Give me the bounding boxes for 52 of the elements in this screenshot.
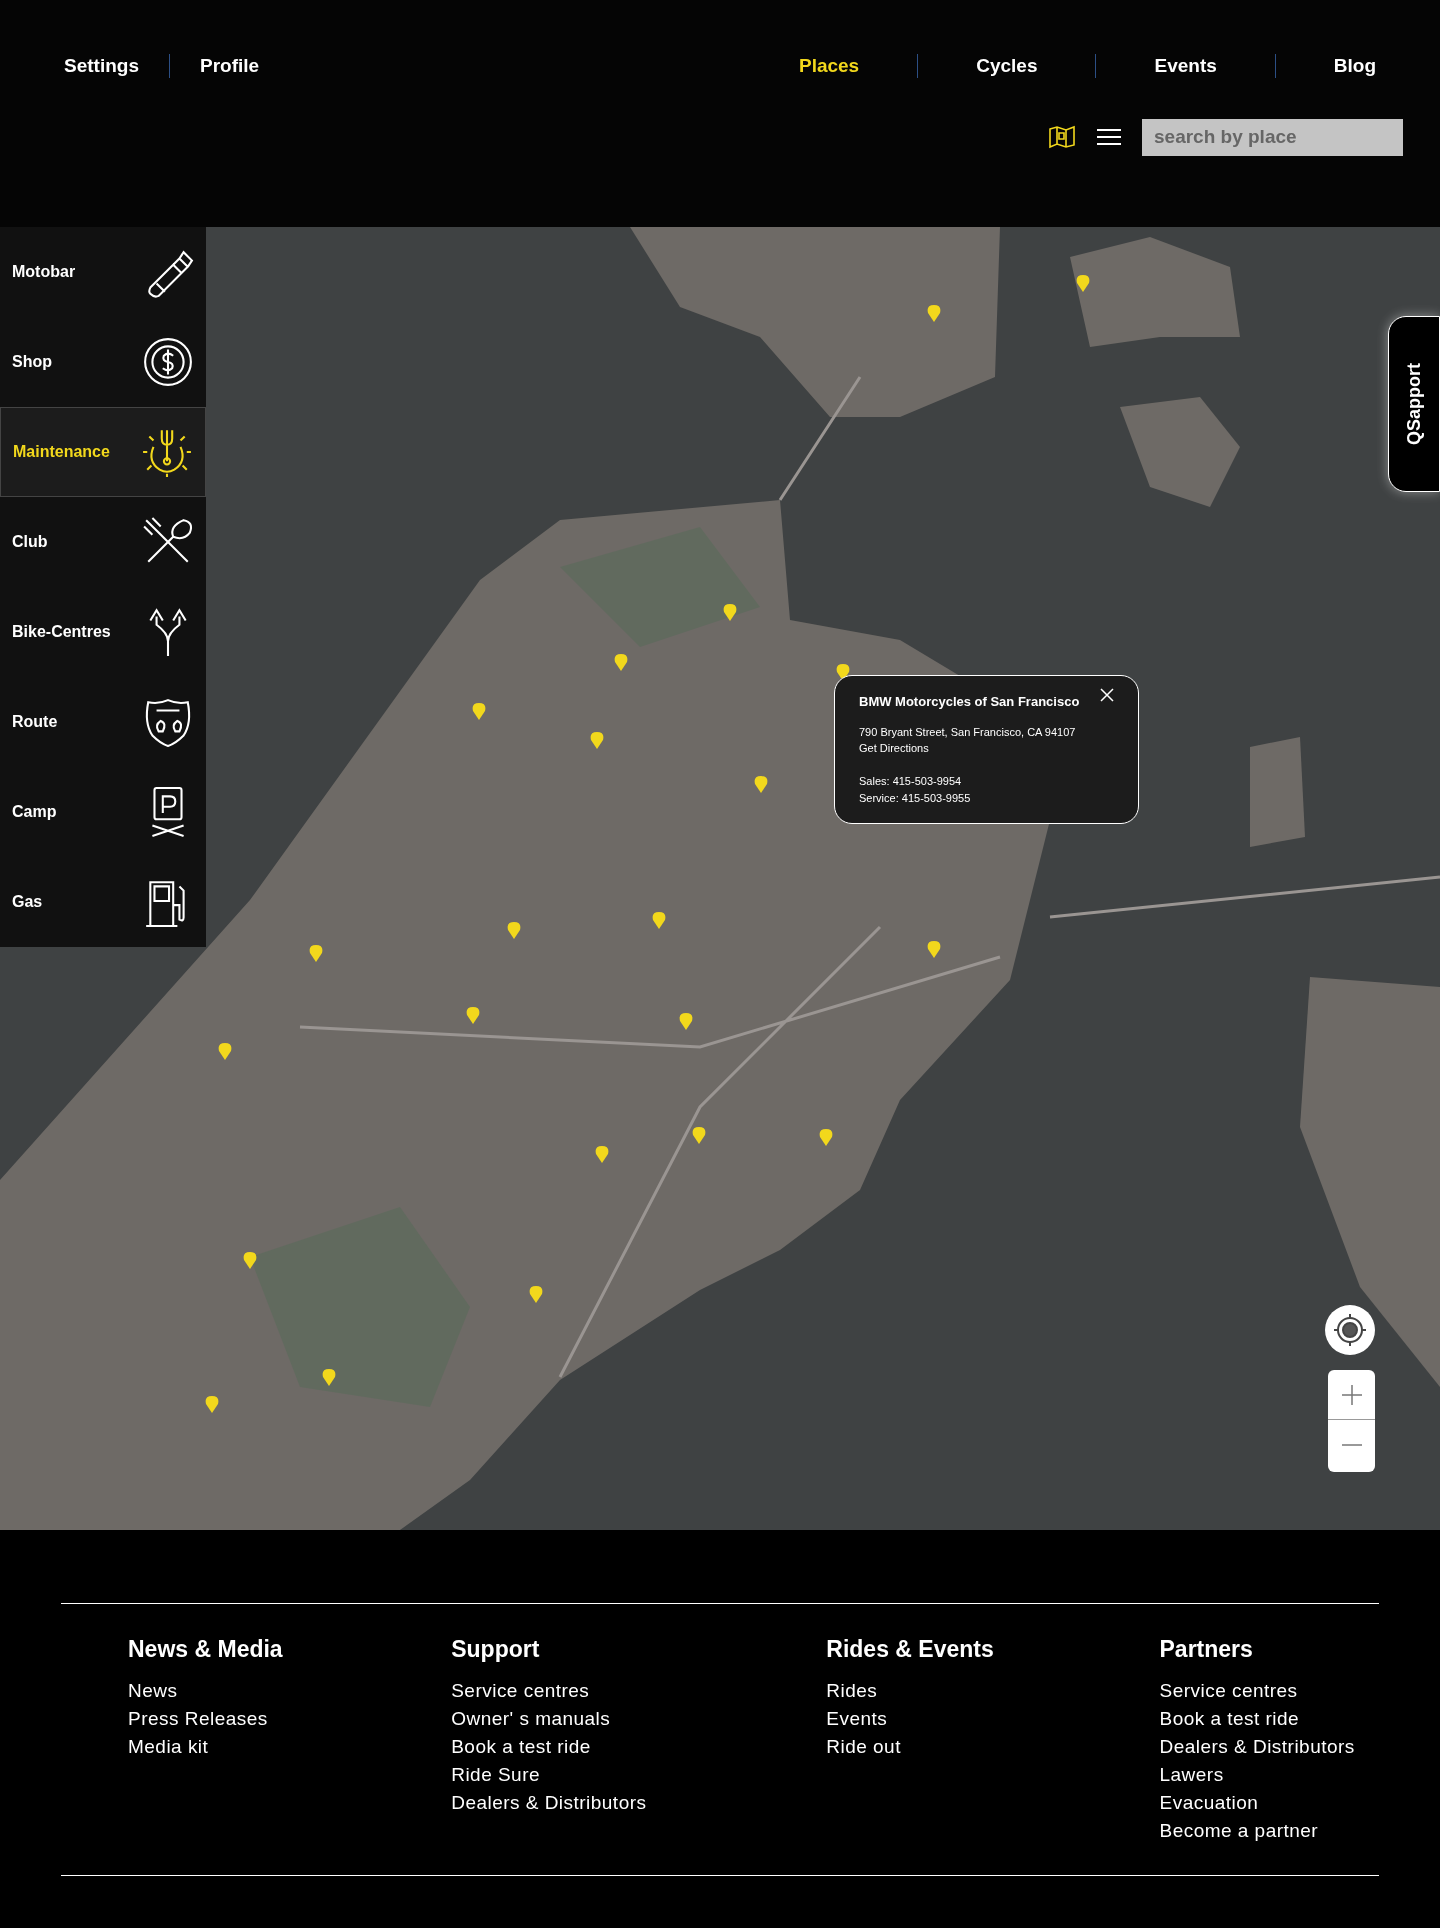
footer-heading: Partners	[1159, 1635, 1254, 1664]
plus-icon	[1341, 1384, 1362, 1405]
minus-icon	[1341, 1443, 1362, 1447]
footer-link[interactable]: News	[128, 1676, 452, 1705]
map-pin[interactable]	[1076, 274, 1090, 292]
footer-link[interactable]: Dealers & Distributors	[1159, 1732, 1379, 1761]
place-title: BMW Motorcycles of San Francisco	[859, 693, 1080, 711]
directions-link[interactable]: Get Directions	[859, 740, 1114, 757]
phone-line: Service: 415-503-9955	[859, 790, 972, 806]
footer-link[interactable]: Book a test ride	[1159, 1704, 1379, 1733]
map-icon[interactable]	[1048, 125, 1076, 149]
category-item[interactable]: Shop	[0, 317, 206, 407]
locate-button[interactable]	[1325, 1305, 1375, 1355]
footer-link[interactable]: Ride Sure	[451, 1760, 827, 1789]
footer-link[interactable]: Lawers	[1159, 1760, 1379, 1789]
category-item[interactable]: Route	[0, 677, 206, 767]
category-item[interactable]: Bike-Centres	[0, 587, 206, 677]
footer-link[interactable]: Dealers & Distributors	[451, 1788, 827, 1817]
footer-link[interactable]: Ride out	[826, 1732, 1160, 1761]
footer-heading: Support	[451, 1635, 541, 1664]
footer-link[interactable]: Service centres	[451, 1676, 827, 1705]
nav-link[interactable]: Events	[1154, 52, 1217, 81]
category-item[interactable]: Motobar	[0, 227, 206, 317]
category-item[interactable]: Club	[0, 497, 206, 587]
footer-link[interactable]: Media kit	[128, 1732, 452, 1761]
support-tab[interactable]: QSapport	[1388, 316, 1440, 492]
search-field[interactable]: search by place	[1142, 118, 1403, 156]
category-item[interactable]: Camp	[0, 767, 206, 857]
category-item[interactable]: Maintenance	[0, 407, 206, 497]
category-icon	[142, 336, 194, 388]
footer-heading: News & Media	[128, 1635, 284, 1664]
footer-link[interactable]: Owner' s manuals	[451, 1704, 827, 1733]
menu-icon[interactable]	[1096, 128, 1122, 146]
place-address: 790 Bryant Street, San Francisco, CA 94107	[859, 724, 1077, 740]
footer-link[interactable]: Evacuation	[1159, 1788, 1379, 1817]
map-pin[interactable]	[836, 663, 850, 681]
footer-link[interactable]: Events	[826, 1704, 1160, 1733]
category-item[interactable]: Gas	[0, 857, 206, 947]
phone-line: Sales: 415-503-9954	[859, 773, 963, 789]
close-icon[interactable]	[1100, 688, 1114, 702]
nav-link[interactable]: Blog	[1333, 52, 1376, 81]
target-icon	[1333, 1313, 1367, 1347]
footer-link[interactable]: Service centres	[1159, 1676, 1379, 1705]
nav-link[interactable]: Cycles	[976, 52, 1038, 81]
footer-link[interactable]: Press Releases	[128, 1704, 452, 1733]
footer-heading: Rides & Events	[826, 1635, 995, 1664]
footer-link[interactable]: Become a partner	[1159, 1816, 1379, 1845]
nav-link[interactable]: Settings	[64, 52, 139, 81]
nav-link[interactable]: Profile	[199, 52, 260, 81]
nav-link[interactable]: Places	[798, 52, 860, 81]
footer-link[interactable]: Book a test ride	[451, 1732, 827, 1761]
footer-link[interactable]: Rides	[826, 1676, 1160, 1705]
